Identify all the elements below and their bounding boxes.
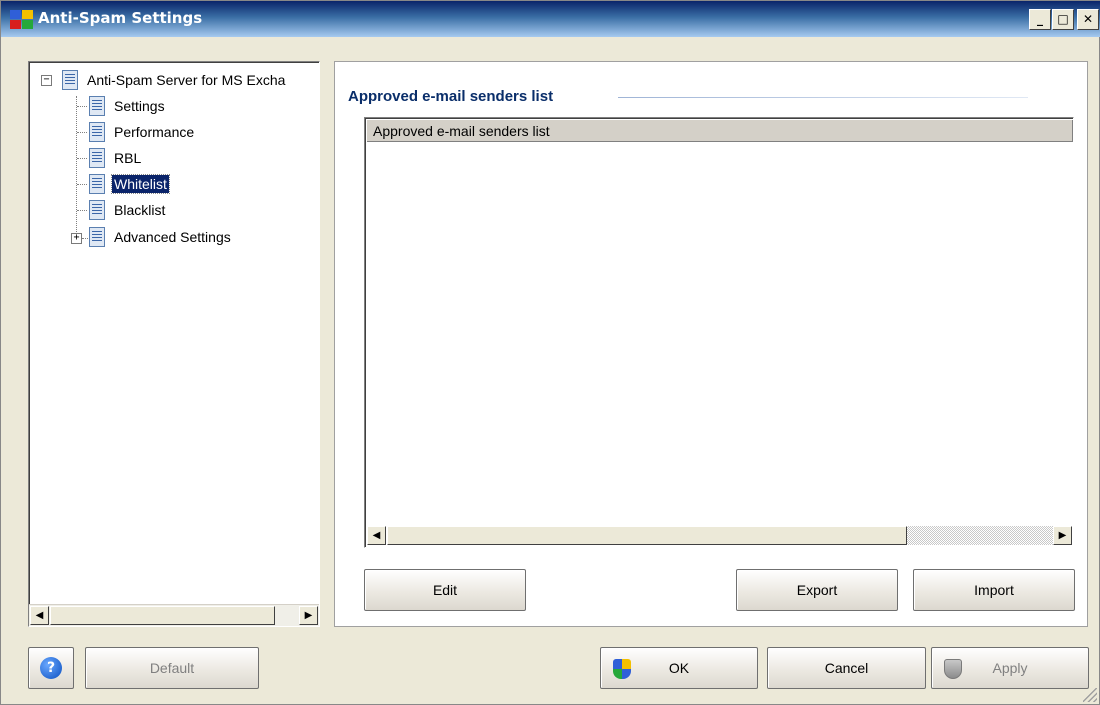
tree-item-label: Advanced Settings <box>114 229 231 245</box>
settings-tree[interactable]: − Anti-Spam Server for MS Excha Settings… <box>28 61 320 627</box>
section-divider <box>618 97 1028 98</box>
maximize-button[interactable]: □ <box>1052 9 1074 30</box>
document-icon <box>89 174 105 194</box>
tree-connector <box>77 210 87 211</box>
tree-item-performance[interactable]: Performance <box>89 120 196 144</box>
document-icon <box>89 200 105 220</box>
section-title: Approved e-mail senders list <box>348 88 554 105</box>
tree-connector <box>77 184 87 185</box>
title-bar[interactable]: Anti-Spam Settings _ □ ✕ <box>1 1 1100 37</box>
scroll-right-icon[interactable]: ▶ <box>1053 526 1072 545</box>
list-column-header[interactable]: Approved e-mail senders list <box>367 120 1073 142</box>
scroll-thumb[interactable] <box>50 606 275 625</box>
import-button[interactable]: Import <box>913 569 1075 611</box>
document-icon <box>89 148 105 168</box>
cancel-button[interactable]: Cancel <box>767 647 926 689</box>
tree-item-label: Performance <box>114 124 195 140</box>
apply-label: Apply <box>992 660 1028 676</box>
shield-disabled-icon <box>944 659 962 679</box>
avg-app-icon <box>10 10 34 30</box>
tree-item-settings[interactable]: Settings <box>89 94 167 118</box>
tree-item-advanced-settings[interactable]: Advanced Settings <box>89 225 233 249</box>
tree-connector <box>82 238 88 239</box>
help-icon: ? <box>40 657 62 679</box>
document-icon <box>89 96 105 116</box>
tree-item-label: Settings <box>114 98 165 114</box>
scroll-thumb[interactable] <box>387 526 907 545</box>
tree-item-label: RBL <box>114 150 142 166</box>
uac-shield-icon <box>613 659 631 679</box>
resize-grip-icon[interactable] <box>1083 688 1097 702</box>
document-icon <box>89 227 105 247</box>
edit-button[interactable]: Edit <box>364 569 526 611</box>
default-button[interactable]: Default <box>85 647 259 689</box>
close-button[interactable]: ✕ <box>1077 9 1099 30</box>
collapse-root-icon[interactable]: − <box>41 75 52 86</box>
window-controls: _ □ ✕ <box>1028 9 1099 30</box>
document-icon <box>62 70 78 90</box>
export-button[interactable]: Export <box>736 569 898 611</box>
tree-connector <box>77 158 87 159</box>
approved-senders-list[interactable]: Approved e-mail senders list ◀ ▶ <box>364 117 1074 548</box>
tree-horizontal-scrollbar[interactable]: ◀ ▶ <box>29 604 319 626</box>
tree-item-label: Blacklist <box>114 202 166 218</box>
tree-item-root[interactable]: Anti-Spam Server for MS Excha <box>62 68 287 92</box>
tree-view: − Anti-Spam Server for MS Excha Settings… <box>29 62 319 604</box>
whitelist-panel: Approved e-mail senders list Approved e-… <box>334 61 1088 627</box>
tree-item-label: Anti-Spam Server for MS Excha <box>87 72 286 88</box>
ok-button[interactable]: OK <box>600 647 758 689</box>
ok-label: OK <box>668 660 690 676</box>
scroll-left-icon[interactable]: ◀ <box>30 606 49 625</box>
help-button[interactable]: ? <box>28 647 74 689</box>
window-title: Anti-Spam Settings <box>38 9 203 27</box>
anti-spam-settings-window: Anti-Spam Settings _ □ ✕ − Anti-Spam Ser… <box>0 0 1100 705</box>
tree-connector <box>77 106 87 107</box>
tree-item-rbl[interactable]: RBL <box>89 146 143 170</box>
apply-button[interactable]: Apply <box>931 647 1089 689</box>
tree-connector <box>76 96 77 240</box>
document-icon <box>89 122 105 142</box>
scroll-track[interactable] <box>907 526 1053 545</box>
minimize-button[interactable]: _ <box>1029 9 1051 30</box>
expand-advanced-icon[interactable]: + <box>71 233 82 244</box>
tree-item-whitelist[interactable]: Whitelist <box>89 172 170 196</box>
tree-connector <box>77 132 87 133</box>
list-horizontal-scrollbar[interactable]: ◀ ▶ <box>367 525 1073 547</box>
scroll-left-icon[interactable]: ◀ <box>367 526 386 545</box>
tree-item-blacklist[interactable]: Blacklist <box>89 198 167 222</box>
scroll-right-icon[interactable]: ▶ <box>299 606 318 625</box>
tree-item-label-selected: Whitelist <box>111 174 170 194</box>
